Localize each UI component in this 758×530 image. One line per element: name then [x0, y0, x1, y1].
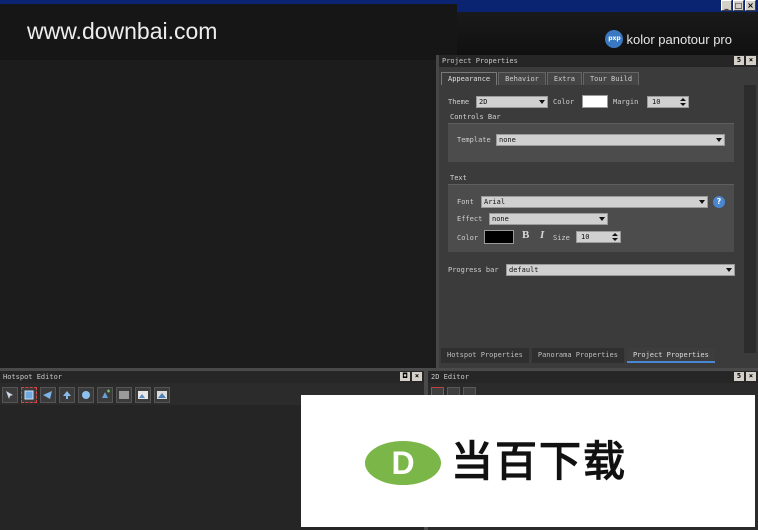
tab-project-properties[interactable]: Project Properties — [626, 348, 715, 363]
margin-value: 10 — [652, 98, 661, 106]
controls-bar-title: Controls Bar — [450, 113, 501, 121]
chevron-down-icon — [716, 138, 722, 142]
close-panel-button[interactable]: × — [412, 372, 422, 381]
properties-bottom-tabs: Hotspot Properties Panorama Properties P… — [441, 348, 718, 363]
restore-button[interactable]: □ — [733, 0, 744, 11]
app-logo: pxp kolor panotour pro — [605, 30, 732, 48]
spin-down-icon[interactable] — [680, 103, 686, 106]
size-value: 10 — [581, 233, 590, 241]
effect-value: none — [492, 215, 509, 223]
hotspot-editor-titlebar: Hotspot Editor ◘ × — [0, 371, 424, 383]
text-group: Font Arial ? Effect none Color B I Size … — [448, 184, 734, 252]
appearance-tab-body: Theme 2D Color Margin 10 Controls Bar Te… — [441, 85, 743, 347]
template-value: none — [499, 136, 516, 144]
image-hotspot-icon[interactable] — [116, 387, 132, 403]
add-point-icon[interactable] — [97, 387, 113, 403]
tab-hotspot-properties[interactable]: Hotspot Properties — [441, 348, 529, 363]
progress-bar-select[interactable]: default — [506, 264, 735, 276]
effect-label: Effect — [457, 215, 483, 223]
project-properties-panel: Project Properties 5 × Appearance Behavi… — [439, 55, 758, 368]
brand-letter: D — [391, 445, 414, 481]
close-button[interactable]: × — [745, 0, 756, 11]
theme-value: 2D — [479, 98, 488, 106]
italic-button[interactable]: I — [540, 229, 544, 241]
properties-tabs: Appearance Behavior Extra Tour Build — [441, 72, 640, 85]
tab-extra[interactable]: Extra — [546, 72, 582, 85]
float-panel-button[interactable]: 5 — [734, 372, 744, 381]
site-watermark: www.downbai.com — [0, 4, 457, 60]
theme-select[interactable]: 2D — [476, 96, 548, 108]
logo-badge-icon: pxp — [605, 30, 624, 48]
size-spinner[interactable]: 10 — [576, 231, 621, 243]
tab-behavior[interactable]: Behavior — [498, 72, 546, 85]
font-value: Arial — [484, 198, 506, 206]
close-panel-button[interactable]: × — [746, 372, 756, 381]
video-hotspot-icon[interactable] — [154, 387, 170, 403]
properties-scrollbar[interactable] — [744, 85, 756, 353]
brand-logo-icon: D — [365, 441, 441, 485]
theme-label: Theme — [448, 98, 470, 106]
tab-tour-build[interactable]: Tour Build — [582, 72, 640, 85]
chevron-down-icon — [539, 100, 545, 104]
effect-select[interactable]: none — [489, 213, 608, 225]
spin-down-icon[interactable] — [612, 238, 618, 241]
logo-text: kolor panotour pro — [626, 31, 732, 47]
theme-color-swatch[interactable] — [582, 95, 608, 108]
float-panel-button[interactable]: 5 — [734, 56, 744, 65]
progress-bar-value: default — [509, 266, 539, 274]
panorama-viewport[interactable] — [0, 60, 436, 368]
tab-appearance[interactable]: Appearance — [441, 72, 498, 85]
panel-title: 2D Editor — [431, 373, 469, 381]
chevron-down-icon — [726, 268, 732, 272]
margin-label: Margin — [613, 98, 639, 106]
polygon-hotspot-icon[interactable] — [40, 387, 56, 403]
bold-button[interactable]: B — [522, 229, 529, 241]
text-color-swatch[interactable] — [484, 230, 514, 244]
close-panel-button[interactable]: × — [746, 56, 756, 65]
select-hotspot-icon[interactable] — [2, 387, 18, 403]
spin-up-icon[interactable] — [680, 98, 686, 101]
controls-bar-group: Template none — [448, 123, 734, 162]
template-select[interactable]: none — [496, 134, 725, 146]
float-panel-button[interactable]: ◘ — [400, 372, 410, 381]
photo-hotspot-icon[interactable] — [135, 387, 151, 403]
arrow-hotspot-icon[interactable] — [59, 387, 75, 403]
panel-title: Hotspot Editor — [3, 373, 63, 381]
text-group-title: Text — [450, 174, 467, 182]
rect-hotspot-icon[interactable] — [21, 387, 37, 403]
template-label: Template — [457, 136, 491, 144]
brand-watermark: D 当百下载 — [301, 395, 755, 527]
color-label: Color — [553, 98, 575, 106]
text-color-label: Color — [457, 234, 479, 242]
spin-up-icon[interactable] — [612, 233, 618, 236]
brand-text: 当百下载 — [451, 437, 628, 486]
font-select[interactable]: Arial — [481, 196, 708, 208]
window-controls: _ □ × — [721, 0, 756, 11]
point-hotspot-icon[interactable] — [78, 387, 94, 403]
tab-panorama-properties[interactable]: Panorama Properties — [531, 348, 624, 363]
minimize-button[interactable]: _ — [721, 0, 732, 11]
help-icon[interactable]: ? — [713, 196, 725, 208]
margin-spinner[interactable]: 10 — [647, 96, 689, 108]
chevron-down-icon — [599, 217, 605, 221]
panel-title: Project Properties — [442, 57, 518, 65]
size-label: Size — [553, 234, 570, 242]
font-label: Font — [457, 198, 474, 206]
site-watermark-text: www.downbai.com — [27, 18, 218, 44]
chevron-down-icon — [699, 200, 705, 204]
project-properties-titlebar: Project Properties 5 × — [439, 55, 758, 67]
editor-2d-titlebar: 2D Editor 5 × — [428, 371, 758, 383]
hotspot-toolbar — [2, 387, 170, 403]
progress-bar-label: Progress bar — [448, 266, 499, 274]
